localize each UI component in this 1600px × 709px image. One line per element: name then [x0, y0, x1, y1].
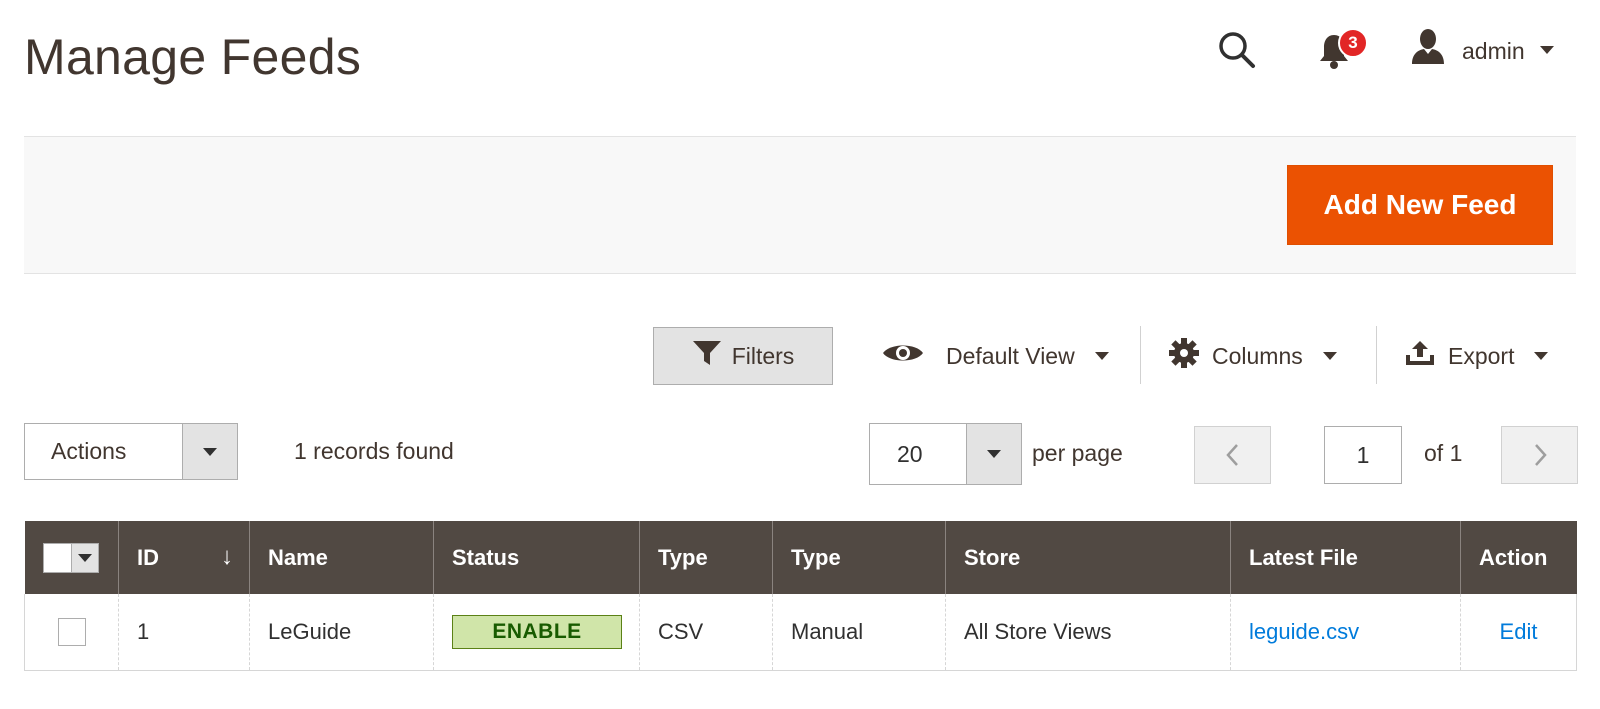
chevron-left-icon	[1225, 444, 1238, 466]
filter-icon	[692, 340, 722, 372]
edit-link[interactable]: Edit	[1500, 619, 1538, 644]
chevron-down-icon	[78, 553, 93, 562]
view-switcher[interactable]: Default View	[882, 327, 1109, 385]
cell-action: Edit	[1460, 594, 1577, 671]
column-header-type[interactable]: Type	[639, 521, 773, 594]
chevron-down-icon	[203, 447, 217, 456]
cell-latest-file: leguide.csv	[1230, 594, 1461, 671]
next-page-button[interactable]	[1501, 426, 1578, 484]
user-name[interactable]: admin	[1462, 38, 1525, 65]
export-button[interactable]: Export	[1404, 327, 1549, 385]
chevron-down-icon	[987, 450, 1001, 458]
mass-select-checkbox[interactable]	[43, 542, 100, 573]
mass-actions-label: Actions	[51, 438, 127, 464]
chevron-down-icon	[1534, 352, 1549, 360]
toolbar-divider	[1376, 326, 1377, 384]
per-page-toggle[interactable]	[966, 424, 1021, 484]
column-header-name[interactable]: Name	[249, 521, 434, 594]
cell-type: CSV	[639, 594, 773, 671]
row-checkbox[interactable]	[57, 617, 86, 646]
chevron-down-icon	[1322, 352, 1337, 360]
column-header-id[interactable]: ID ↓	[118, 521, 250, 594]
table-header-row: ID ↓ Name Status Type Type Store Latest …	[24, 521, 1577, 594]
columns-label: Columns	[1212, 342, 1303, 369]
latest-file-link[interactable]: leguide.csv	[1249, 619, 1359, 644]
status-badge: ENABLE	[452, 614, 622, 649]
chevron-down-icon	[1094, 352, 1109, 360]
cell-status: ENABLE	[433, 594, 640, 671]
column-header-type-2[interactable]: Type	[772, 521, 946, 594]
per-page-select[interactable]: 20	[869, 423, 1022, 485]
filters-button[interactable]: Filters	[653, 327, 833, 385]
chevron-right-icon	[1534, 444, 1547, 466]
search-icon[interactable]	[1217, 30, 1257, 70]
feeds-grid: ID ↓ Name Status Type Type Store Latest …	[24, 521, 1577, 671]
cell-store: All Store Views	[945, 594, 1231, 671]
mass-actions-toggle[interactable]	[182, 424, 237, 479]
column-header-latest-file[interactable]: Latest File	[1230, 521, 1461, 594]
records-found: 1 records found	[294, 438, 454, 464]
cell-type-2: Manual	[772, 594, 946, 671]
view-label: Default View	[946, 342, 1075, 369]
user-icon[interactable]	[1410, 28, 1446, 66]
export-icon	[1404, 339, 1436, 373]
column-header-status[interactable]: Status	[433, 521, 640, 594]
columns-button[interactable]: Columns	[1168, 327, 1337, 385]
page-total: of 1	[1424, 440, 1463, 466]
gear-icon	[1168, 337, 1200, 375]
add-new-feed-button[interactable]: Add New Feed	[1287, 165, 1553, 245]
filters-label: Filters	[731, 342, 795, 369]
sort-down-icon: ↓	[221, 543, 233, 570]
toolbar-divider	[1140, 326, 1141, 384]
per-page-label: per page	[1032, 440, 1123, 466]
export-label: Export	[1448, 342, 1515, 369]
mass-actions-select[interactable]: Actions	[24, 423, 238, 480]
page-number-input[interactable]: 1	[1324, 426, 1402, 484]
cell-id: 1	[118, 594, 250, 671]
per-page-value: 20	[897, 440, 923, 467]
mass-select-header[interactable]	[24, 521, 119, 594]
previous-page-button[interactable]	[1194, 426, 1271, 484]
eye-icon	[882, 340, 924, 372]
cell-name: LeGuide	[249, 594, 434, 671]
notification-badge[interactable]: 3	[1338, 28, 1368, 58]
column-header-action: Action	[1460, 521, 1577, 594]
column-header-store[interactable]: Store	[945, 521, 1231, 594]
chevron-down-icon[interactable]	[1540, 46, 1554, 54]
page-title: Manage Feeds	[24, 29, 362, 85]
table-row: 1 LeGuide ENABLE CSV Manual All Store Vi…	[24, 594, 1577, 671]
